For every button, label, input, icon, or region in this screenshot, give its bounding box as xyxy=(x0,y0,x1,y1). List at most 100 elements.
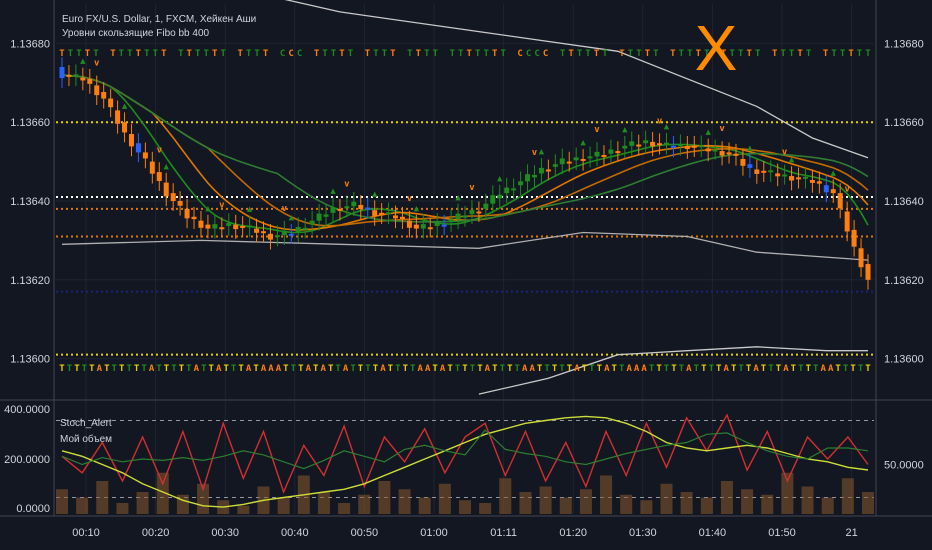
signal-top-glyph: T xyxy=(331,49,337,59)
candle-body xyxy=(608,149,614,154)
price-tick-label-right: 1.13620 xyxy=(884,275,924,287)
signal-top-glyph: T xyxy=(450,49,456,59)
signal-bottom-glyph: A xyxy=(343,364,349,374)
time-tick-label: 00:10 xyxy=(72,527,100,539)
candle-body xyxy=(191,216,197,220)
signal-top-glyph: T xyxy=(560,49,566,59)
candle-body xyxy=(274,235,280,238)
signal-top-glyph: T xyxy=(365,49,371,59)
candle-body xyxy=(580,158,586,161)
signal-bottom-glyph: T xyxy=(134,364,140,374)
signal-bottom-glyph: T xyxy=(701,364,707,374)
signal-bottom-glyph: A xyxy=(641,364,647,374)
signal-bottom-glyph: T xyxy=(201,364,207,374)
signal-top-glyph: C xyxy=(297,49,302,59)
up-triangle-icon: ▲ xyxy=(205,204,211,214)
down-chevron-icon: v xyxy=(594,125,600,135)
signal-top-glyph: T xyxy=(458,49,464,59)
chart-background xyxy=(0,0,932,550)
stoch-tick-label-left: 200.0000 xyxy=(4,454,50,466)
candle-body xyxy=(691,145,697,148)
signal-bottom-glyph: T xyxy=(298,364,304,374)
time-tick-label: 00:40 xyxy=(281,527,309,539)
candle-body xyxy=(684,145,690,149)
time-tick-label: 01:00 xyxy=(420,527,448,539)
stoch-tick-label-left: 400.0000 xyxy=(4,404,50,416)
chart-title: Euro FX/U.S. Dollar, 1, FXCM, Хейкен Аши xyxy=(62,14,256,25)
candle-body xyxy=(754,169,760,174)
signal-top-glyph: T xyxy=(254,49,260,59)
signal-bottom-glyph: T xyxy=(544,364,550,374)
volume-bar xyxy=(761,494,774,514)
signal-top-glyph: T xyxy=(636,49,642,59)
signal-bottom-glyph: T xyxy=(403,364,409,374)
signal-bottom-glyph: T xyxy=(283,364,289,374)
volume-bar xyxy=(338,503,351,514)
signal-top-glyph: C xyxy=(543,49,548,59)
signal-top-glyph: T xyxy=(780,49,786,59)
price-tick-label-left: 1.13620 xyxy=(10,275,50,287)
signal-bottom-glyph: T xyxy=(694,364,700,374)
volume-bar xyxy=(358,494,371,514)
signal-top-glyph: T xyxy=(772,49,778,59)
signal-bottom-glyph: A xyxy=(194,364,200,374)
signal-top-glyph: T xyxy=(857,49,863,59)
candle-body xyxy=(413,224,419,229)
signal-top-glyph: T xyxy=(577,49,583,59)
signal-bottom-glyph: T xyxy=(291,364,297,374)
candle-body xyxy=(816,181,822,184)
signal-bottom-glyph: T xyxy=(761,364,767,374)
candle-body xyxy=(177,201,183,206)
down-chevron-icon: v xyxy=(532,148,538,158)
candle-body xyxy=(122,122,128,133)
signal-bottom-glyph: T xyxy=(395,364,401,374)
down-chevron-icon: v xyxy=(157,145,163,155)
candle-body xyxy=(94,85,100,96)
candle-body xyxy=(393,215,399,219)
signal-bottom-glyph: T xyxy=(738,364,744,374)
signal-bottom-glyph: T xyxy=(186,364,192,374)
candle-body xyxy=(212,224,218,229)
signal-bottom-glyph: A xyxy=(634,364,640,374)
down-chevron-icon: v xyxy=(469,183,475,193)
candle-body xyxy=(823,185,829,193)
candle-body xyxy=(782,174,788,177)
trading-chart[interactable]: ▲ v▲v▲▲ v ▲ v▲▲v▲ v▲▲v▲v ▲▲v ▲v▲▲ v▲ v▲▲v TTTTTTT… xyxy=(0,0,932,550)
signal-top-glyph: T xyxy=(119,49,125,59)
signal-bottom-glyph: T xyxy=(716,364,722,374)
volume-bar xyxy=(438,483,451,514)
volume-bar xyxy=(680,492,693,514)
candle-body xyxy=(73,74,79,77)
signal-top-glyph: T xyxy=(110,49,116,59)
signal-bottom-glyph: T xyxy=(537,364,543,374)
volume-bar xyxy=(398,489,411,514)
price-tick-label-left: 1.13680 xyxy=(10,38,50,50)
signal-top-glyph: T xyxy=(687,49,693,59)
candle-body xyxy=(629,141,635,146)
signal-top-glyph: T xyxy=(628,49,634,59)
volume-bar xyxy=(116,503,129,514)
volume-bar xyxy=(519,492,532,514)
price-tick-label-left: 1.13640 xyxy=(10,196,50,208)
chart-subtitle: Уровни скользящие Fibo bb 400 xyxy=(62,28,210,39)
price-tick-label-right: 1.13660 xyxy=(884,117,924,129)
candle-body xyxy=(615,151,621,154)
signal-bottom-glyph: A xyxy=(418,364,424,374)
candle-body xyxy=(205,224,211,229)
candle-body xyxy=(552,164,558,167)
signal-top-glyph: T xyxy=(670,49,676,59)
signal-top-glyph: C xyxy=(526,49,531,59)
signal-bottom-glyph: A xyxy=(440,364,446,374)
up-triangle-icon: ▲ xyxy=(122,101,128,111)
volume-bar xyxy=(801,486,814,514)
candle-body xyxy=(351,201,357,207)
candle-body xyxy=(337,208,343,211)
candle-body xyxy=(698,145,704,148)
signal-bottom-glyph: T xyxy=(59,364,65,374)
down-chevron-icon: v xyxy=(782,148,788,158)
signal-bottom-glyph: T xyxy=(858,364,864,374)
volume-bar xyxy=(700,497,713,514)
volume-bar xyxy=(559,497,572,514)
signal-bottom-glyph: A xyxy=(485,364,491,374)
candle-body xyxy=(531,174,537,178)
